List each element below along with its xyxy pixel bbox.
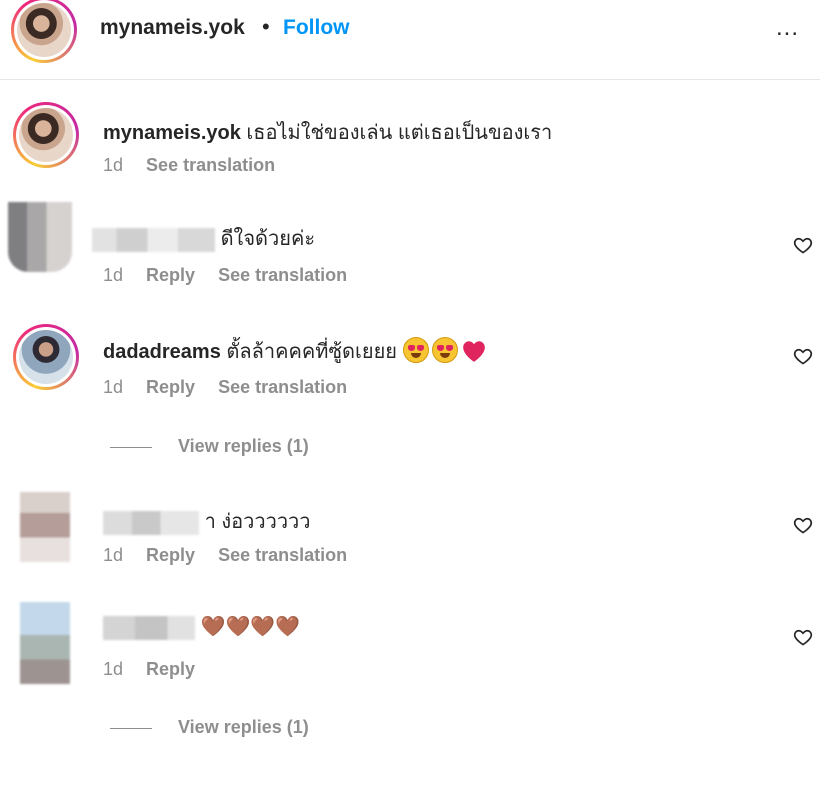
reply-button[interactable]: Reply: [146, 659, 195, 680]
comment-3-text: า ง่อวววววว: [103, 505, 311, 537]
commenter-username[interactable]: dadadreams: [103, 341, 221, 363]
reply-button[interactable]: Reply: [146, 265, 195, 286]
view-replies-button[interactable]: View replies (1): [110, 436, 309, 457]
comment-4-meta: 1d Reply: [103, 659, 213, 680]
commenter-avatar-blurred[interactable]: [20, 602, 70, 684]
comment-1-meta: 1d Reply See translation: [103, 265, 365, 286]
author-username[interactable]: mynameis.yok: [100, 16, 245, 40]
comment-3-body: า ง่อวววววว: [204, 511, 311, 533]
view-replies-label: View replies (1): [178, 436, 309, 456]
comment-2: dadadreams ตั้ลล้าคคคที่ซู้ดเยยย 1d Repl…: [0, 320, 820, 465]
comment-2-meta: 1d Reply See translation: [103, 377, 365, 398]
comment-4-body: 🤎🤎🤎🤎: [200, 616, 301, 638]
see-translation-button[interactable]: See translation: [218, 377, 347, 398]
author-avatar[interactable]: [11, 0, 77, 63]
comment-3-meta: 1d Reply See translation: [103, 545, 365, 566]
caption-avatar[interactable]: [13, 102, 79, 168]
caption-body: เธอไม่ใช่ของเล่น แต่เธอเป็นของเรา: [246, 122, 553, 144]
commenter-username-blurred[interactable]: [103, 510, 199, 535]
replies-divider-line: [110, 446, 152, 448]
commenter-username-blurred[interactable]: [103, 615, 195, 640]
reply-button[interactable]: Reply: [146, 377, 195, 398]
like-heart-icon[interactable]: [793, 235, 813, 255]
comment-3-time: 1d: [103, 545, 124, 565]
more-options-icon[interactable]: ...: [776, 14, 799, 42]
like-heart-icon[interactable]: [793, 346, 813, 366]
red-heart-emoji-icon: [462, 341, 485, 362]
comment-2-text: dadadreams ตั้ลล้าคคคที่ซู้ดเยยย: [103, 335, 487, 367]
commenter-avatar-blurred[interactable]: [8, 202, 72, 272]
comment-1-time: 1d: [103, 265, 124, 285]
caption-meta: 1d See translation: [103, 155, 293, 176]
caption-time: 1d: [103, 155, 124, 175]
like-heart-icon[interactable]: [793, 627, 813, 647]
see-translation-button[interactable]: See translation: [218, 545, 347, 566]
commenter-avatar[interactable]: [13, 324, 79, 390]
star-struck-emoji-icon: [431, 337, 458, 363]
commenter-avatar-blurred[interactable]: [20, 492, 70, 562]
replies-divider-line: [110, 727, 152, 729]
follow-button[interactable]: Follow: [283, 16, 350, 40]
comment-2-body: ตั้ลล้าคคคที่ซู้ดเยยย: [226, 341, 398, 363]
comment-4-time: 1d: [103, 659, 124, 679]
like-heart-icon[interactable]: [793, 515, 813, 535]
comment-2-time: 1d: [103, 377, 124, 397]
see-translation-button[interactable]: See translation: [218, 265, 347, 286]
caption-text: mynameis.yok เธอไม่ใช่ของเล่น แต่เธอเป็น…: [103, 116, 552, 148]
reply-button[interactable]: Reply: [146, 545, 195, 566]
comment-3: า ง่อวววววว 1d Reply See translation: [0, 488, 820, 583]
star-struck-emoji-icon: [402, 337, 429, 363]
caption-row: mynameis.yok เธอไม่ใช่ของเล่น แต่เธอเป็น…: [0, 100, 820, 180]
commenter-username-blurred[interactable]: [92, 227, 215, 252]
comment-1-text: ดีใจด้วยค่ะ: [92, 222, 315, 254]
comment-4: 🤎🤎🤎🤎 1d Reply View replies (1): [0, 600, 820, 760]
comment-1-body: ดีใจด้วยค่ะ: [220, 228, 316, 250]
caption-username[interactable]: mynameis.yok: [103, 122, 241, 144]
separator-dot: •: [262, 14, 270, 39]
post-header: mynameis.yok • Follow ...: [0, 0, 820, 80]
comment-4-text: 🤎🤎🤎🤎: [103, 614, 300, 640]
comment-1: ดีใจด้วยค่ะ 1d Reply See translation: [0, 200, 820, 300]
view-replies-label: View replies (1): [178, 717, 309, 737]
see-translation-button[interactable]: See translation: [146, 155, 275, 176]
view-replies-button[interactable]: View replies (1): [110, 717, 309, 738]
